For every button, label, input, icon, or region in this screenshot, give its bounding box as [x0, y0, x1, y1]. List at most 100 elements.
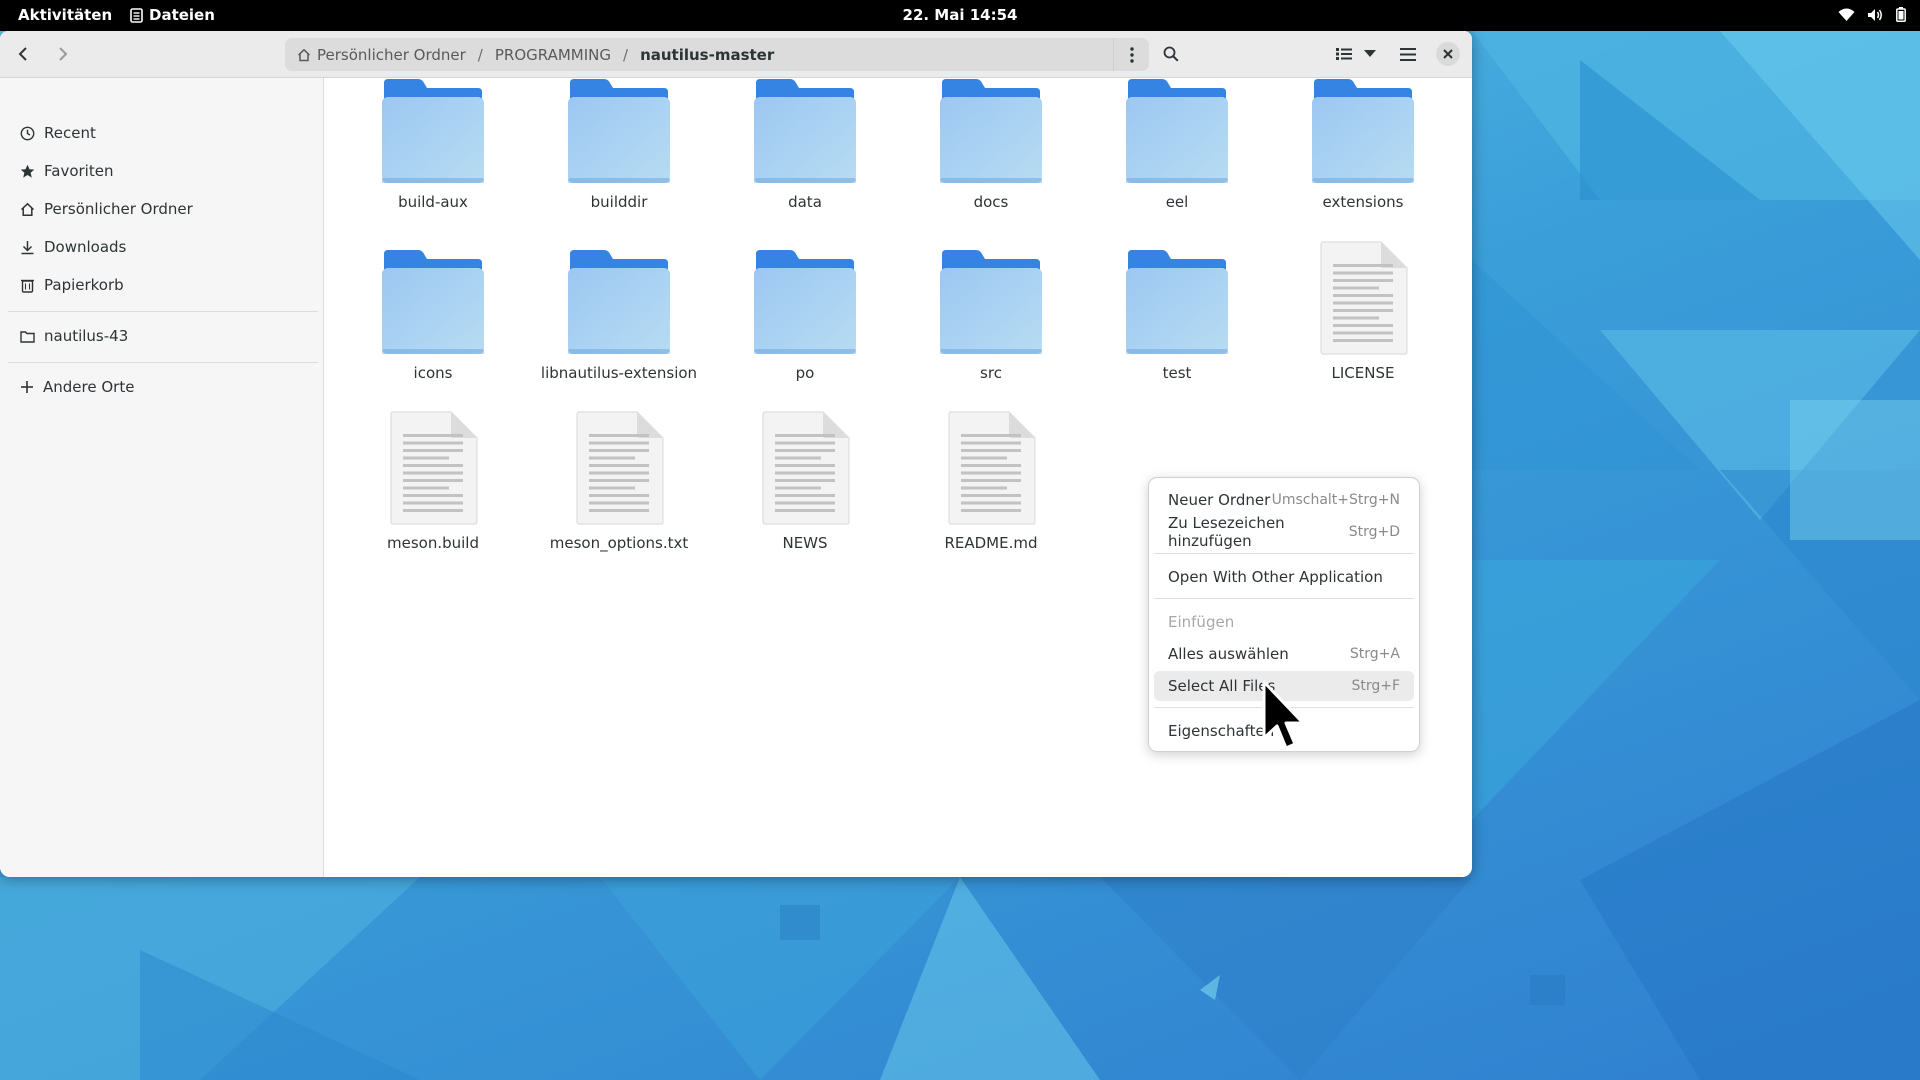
folder-item[interactable]: icons: [340, 236, 526, 396]
app-menu-label: Dateien: [149, 6, 215, 24]
folder-item[interactable]: extensions: [1270, 65, 1456, 225]
view-options-chevron-icon: [1364, 50, 1376, 57]
folder-item[interactable]: po: [712, 236, 898, 396]
mouse-pointer-icon: [1262, 680, 1305, 750]
sidebar-item-other-locations[interactable]: Andere Orte: [20, 375, 134, 399]
menu-item-label: Select All Files: [1168, 677, 1276, 695]
menu-item-paste[interactable]: Einfügen: [1154, 607, 1414, 637]
list-view-icon: [1336, 48, 1352, 60]
file-item[interactable]: README.md: [898, 406, 1084, 566]
sidebar-divider: [8, 362, 318, 363]
folder-item[interactable]: builddir: [526, 65, 712, 225]
file-item[interactable]: LICENSE: [1270, 236, 1456, 396]
hamburger-menu-icon: [1400, 47, 1416, 61]
menu-item-accelerator: Umschalt+Strg+N: [1271, 492, 1400, 508]
file-name-label: build-aux: [398, 193, 468, 211]
file-name-label: README.md: [944, 534, 1038, 552]
breadcrumb-current[interactable]: nautilus-master: [640, 46, 774, 64]
folder-icon: [382, 250, 484, 354]
breadcrumb-home[interactable]: Persönlicher Ordner: [297, 46, 466, 64]
sidebar-item-downloads[interactable]: Downloads: [20, 235, 126, 259]
file-name-label: eel: [1165, 193, 1189, 211]
menu-item-label: Eigenschaften: [1168, 722, 1275, 740]
folder-icon: [568, 250, 670, 354]
folder-item[interactable]: libnautilus-extension: [526, 236, 712, 396]
file-item[interactable]: meson.build: [340, 406, 526, 566]
file-name-label: meson.build: [387, 534, 479, 552]
recent-clock-icon: [20, 126, 35, 140]
menu-item-label: Neuer Ordner: [1168, 491, 1271, 509]
sidebar-item-trash[interactable]: Papierkorb: [20, 273, 124, 297]
folder-icon: [1126, 79, 1228, 183]
menu-item-label: Zu Lesezeichen hinzufügen: [1168, 514, 1285, 550]
system-status-area[interactable]: [1838, 7, 1906, 22]
breadcrumb-programming[interactable]: PROGRAMMING: [495, 46, 611, 64]
file-name-label: NEWS: [782, 534, 828, 552]
file-name-label: libnautilus-extension: [540, 364, 698, 382]
sidebar-item-home[interactable]: Persönlicher Ordner: [20, 197, 193, 221]
folder-item[interactable]: build-aux: [340, 65, 526, 225]
folder-item[interactable]: eel: [1084, 65, 1270, 225]
file-item[interactable]: meson_options.txt: [526, 406, 712, 566]
menu-item-select-all[interactable]: Alles auswählen Strg+A: [1154, 639, 1414, 669]
text-file-icon: [390, 411, 478, 525]
file-name-label: test: [1162, 364, 1192, 382]
file-name-label: builddir: [590, 193, 648, 211]
sidebar: Recent Favoriten Persönlicher Ordner Dow…: [0, 78, 324, 877]
file-name-label: po: [795, 364, 815, 382]
menu-item-open-with-other-application[interactable]: Open With Other Application: [1154, 562, 1414, 592]
file-name-label: src: [980, 364, 1002, 382]
sidebar-item-label: nautilus-43: [44, 327, 129, 345]
sidebar-item-label: Andere Orte: [43, 378, 135, 396]
folder-icon: [940, 250, 1042, 354]
sidebar-item-label: Recent: [44, 124, 96, 142]
activities-button[interactable]: Aktivitäten: [18, 6, 112, 24]
folder-item[interactable]: docs: [898, 65, 1084, 225]
file-name-label: LICENSE: [1331, 364, 1395, 382]
download-icon: [21, 240, 34, 254]
sidebar-item-favorites[interactable]: Favoriten: [20, 159, 113, 183]
folder-icon: [940, 79, 1042, 183]
vertical-dots-icon: [1129, 46, 1134, 63]
file-name-label: icons: [413, 364, 453, 382]
plus-icon: [21, 381, 33, 393]
menu-separator: [1154, 553, 1414, 554]
menu-item-accelerator: Strg+D: [1348, 524, 1400, 540]
folder-item[interactable]: test: [1084, 236, 1270, 396]
file-name-label: docs: [973, 193, 1009, 211]
forward-button[interactable]: [46, 39, 78, 69]
wifi-icon: [1838, 8, 1855, 21]
folder-item[interactable]: src: [898, 236, 1084, 396]
top-bar: Aktivitäten Dateien 22. Mai 14:54: [0, 0, 1920, 31]
menu-item-accelerator: Strg+A: [1349, 646, 1400, 662]
breadcrumb-home-label: Persönlicher Ordner: [317, 45, 466, 64]
sidebar-item-nautilus-43[interactable]: nautilus-43: [20, 324, 128, 348]
menu-item-add-bookmark[interactable]: Zu Lesezeichen hinzufügen Strg+D: [1154, 514, 1414, 550]
sidebar-divider: [8, 311, 318, 312]
home-icon: [20, 202, 35, 216]
home-icon: [297, 48, 311, 61]
menu-item-label: Open With Other Application: [1168, 568, 1383, 586]
folder-icon: [568, 79, 670, 183]
forward-arrow-icon: [59, 47, 68, 61]
breadcrumb-separator: /: [623, 45, 629, 64]
folder-icon: [1126, 250, 1228, 354]
menu-item-label: Einfügen: [1168, 613, 1235, 631]
clock[interactable]: 22. Mai 14:54: [903, 6, 1018, 24]
folder-icon: [754, 79, 856, 183]
folder-item[interactable]: data: [712, 65, 898, 225]
sidebar-item-recent[interactable]: Recent: [20, 121, 96, 145]
back-button[interactable]: [8, 39, 40, 69]
text-file-icon: [576, 411, 664, 525]
folder-icon: [1312, 79, 1414, 183]
text-file-icon: [1320, 241, 1408, 355]
files-app-icon: [130, 7, 143, 23]
file-name-label: meson_options.txt: [549, 534, 689, 552]
menu-item-accelerator: Strg+F: [1351, 678, 1400, 694]
file-item[interactable]: NEWS: [712, 406, 898, 566]
star-icon: [20, 164, 35, 178]
battery-icon: [1896, 7, 1906, 22]
menu-item-new-folder[interactable]: Neuer Ordner Umschalt+Strg+N: [1154, 485, 1414, 515]
app-menu[interactable]: Dateien: [130, 6, 215, 24]
folder-icon: [20, 330, 35, 343]
